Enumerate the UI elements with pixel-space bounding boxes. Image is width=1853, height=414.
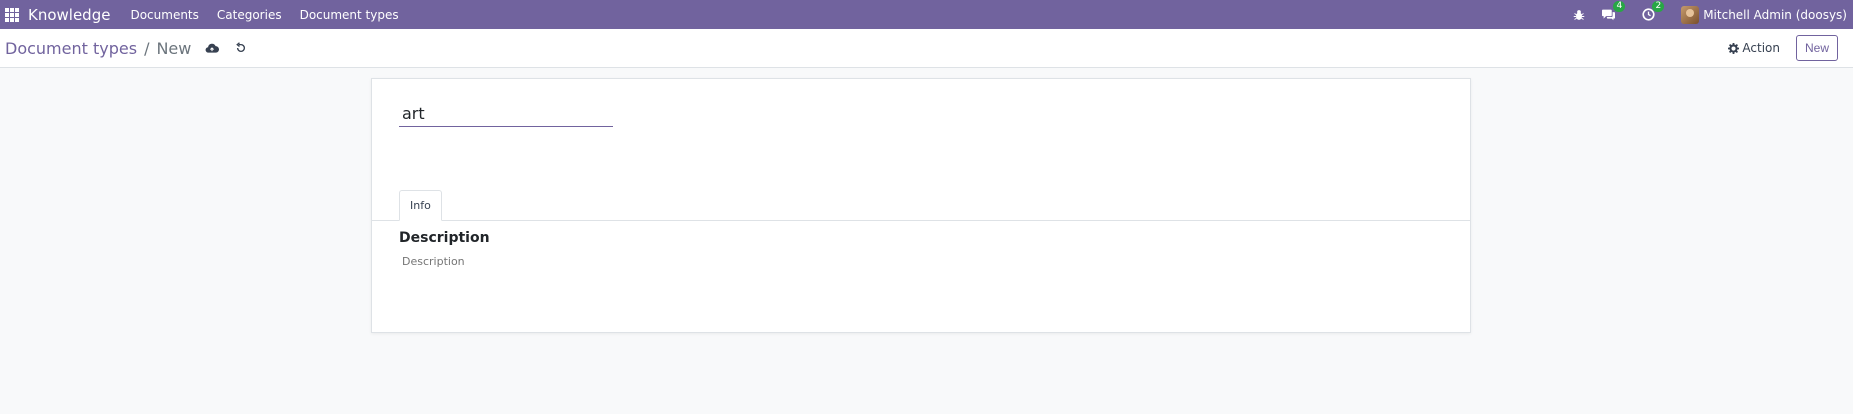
gear-icon: [1728, 42, 1740, 54]
discard-undo-icon[interactable]: [235, 42, 247, 54]
apps-menu-icon[interactable]: [5, 7, 19, 22]
app-brand[interactable]: Knowledge: [28, 6, 110, 24]
breadcrumb-separator: /: [144, 38, 150, 58]
top-navbar: Knowledge Documents Categories Document …: [0, 0, 1853, 29]
messages-icon[interactable]: 4: [1601, 1, 1626, 21]
new-record-button[interactable]: New: [1795, 35, 1838, 61]
breadcrumb-document-types[interactable]: Document types: [5, 39, 137, 58]
user-menu[interactable]: Mitchell Admin (doosys): [1681, 5, 1847, 24]
avatar: [1681, 5, 1700, 24]
menu-item-categories[interactable]: Categories: [208, 8, 291, 22]
menu-item-document-types[interactable]: Document types: [291, 8, 408, 22]
save-cloud-icon[interactable]: [205, 42, 220, 54]
action-label: Action: [1742, 41, 1780, 55]
action-button[interactable]: Action: [1728, 41, 1780, 55]
activities-clock-icon[interactable]: 2: [1642, 1, 1665, 21]
control-panel: Document types / New Action New: [0, 29, 1853, 68]
bug-icon[interactable]: [1573, 9, 1585, 21]
name-field[interactable]: [399, 102, 613, 127]
activities-count-badge: 2: [1652, 1, 1665, 12]
main-menu: Documents Categories Document types: [130, 8, 407, 22]
form-sheet: Info Description: [371, 78, 1471, 333]
menu-item-documents[interactable]: Documents: [130, 8, 207, 22]
breadcrumb-current: New: [156, 38, 192, 58]
messages-count-badge: 4: [1613, 1, 1626, 12]
control-panel-right: Action New: [1728, 29, 1838, 67]
tab-info[interactable]: Info: [399, 190, 442, 221]
breadcrumb: Document types / New: [5, 39, 191, 58]
user-name: Mitchell Admin (doosys): [1703, 7, 1847, 22]
systray: 4 2 Mitchell Admin (doosys): [1565, 0, 1847, 29]
description-section-title: Description: [399, 230, 490, 246]
description-field[interactable]: [399, 253, 1445, 297]
notebook-tabs: Info: [372, 190, 1470, 221]
